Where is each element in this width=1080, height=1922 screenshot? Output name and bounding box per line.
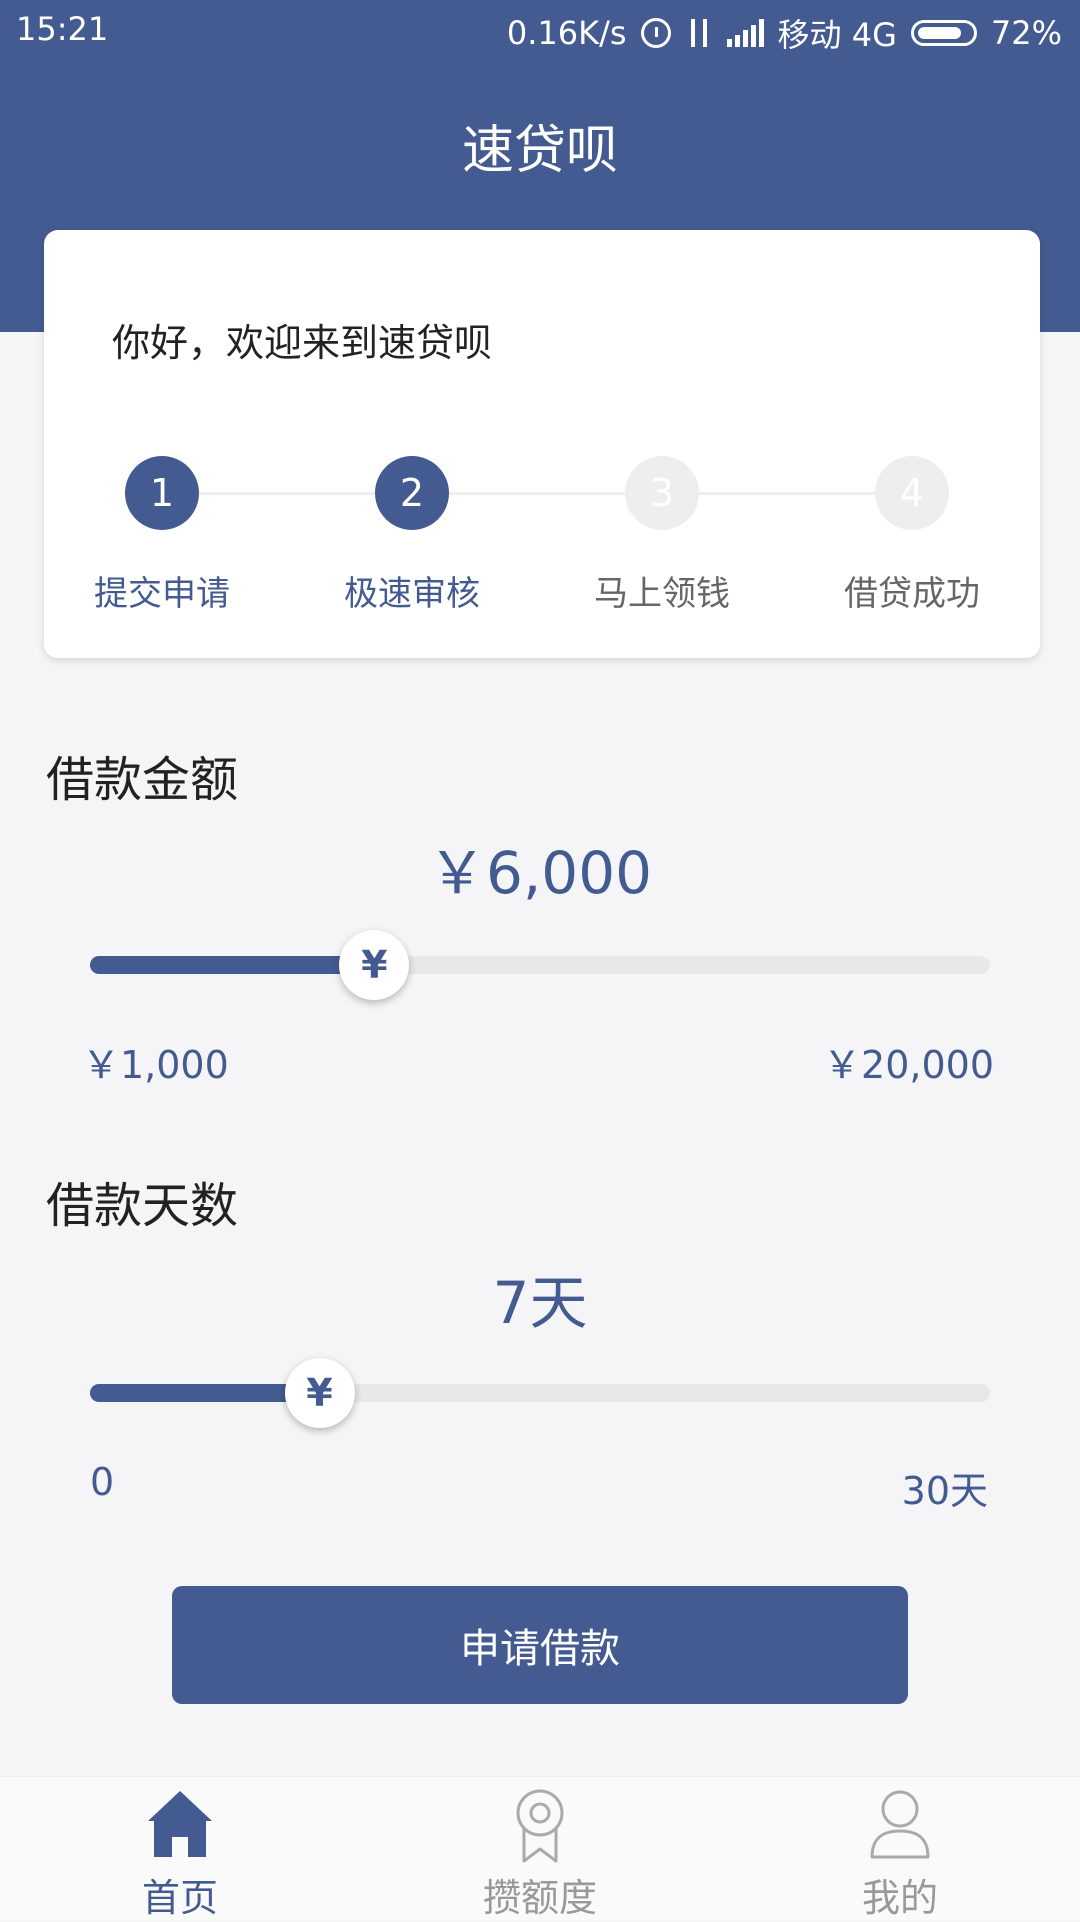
- step-3: 3 马上领钱: [572, 442, 752, 615]
- status-time: 15:21: [16, 10, 109, 48]
- loan-amount-slider[interactable]: ¥: [90, 930, 990, 1000]
- nav-item-profile[interactable]: 我的: [720, 1777, 1080, 1921]
- slider-fill: [90, 956, 375, 974]
- step-4: 4 借贷成功: [822, 442, 1002, 615]
- loan-days-min: 0: [90, 1460, 115, 1504]
- bottom-nav: 首页 攒额度 我的: [0, 1776, 1080, 1920]
- step-label: 提交申请: [94, 574, 230, 614]
- signal-icon: [726, 19, 764, 47]
- loan-amount-title: 借款金额: [46, 752, 239, 808]
- step-label: 借贷成功: [844, 574, 980, 614]
- loan-amount-max: ￥20,000: [823, 1043, 994, 1087]
- step-number-circle: 3: [625, 456, 699, 530]
- welcome-card: 你好，欢迎来到速贷呗 1 提交申请 2 极速审核 3 马上领钱 4 借贷成功: [44, 230, 1040, 658]
- loan-days-title: 借款天数: [46, 1178, 239, 1234]
- battery-icon: [910, 20, 977, 46]
- status-bar: 15:21 0.16K/s 移动 4G 72%: [0, 0, 1080, 64]
- nav-item-credit[interactable]: 攒额度: [360, 1777, 720, 1921]
- step-number-circle: 4: [875, 456, 949, 530]
- step-1: 1 提交申请: [72, 442, 252, 615]
- nav-label: 攒额度: [482, 1876, 597, 1920]
- loan-amount-value: ￥6,000: [427, 839, 653, 907]
- step-label: 马上领钱: [594, 574, 730, 614]
- progress-steps: 1 提交申请 2 极速审核 3 马上领钱 4 借贷成功: [44, 442, 1040, 614]
- loan-amount-min: ￥1,000: [82, 1043, 229, 1087]
- carrier-label: 移动 4G: [777, 16, 897, 54]
- user-icon: [860, 1785, 940, 1865]
- status-right: 0.16K/s 移动 4G 72%: [507, 10, 1062, 56]
- step-number-circle: 2: [375, 456, 449, 530]
- yen-icon: ¥: [361, 943, 388, 987]
- loan-days-value: 7天: [492, 1269, 588, 1337]
- data-transfer-icon: [685, 18, 713, 48]
- slider-thumb[interactable]: ¥: [284, 1358, 355, 1428]
- step-label: 极速审核: [344, 574, 480, 614]
- loan-days-slider[interactable]: ¥: [90, 1358, 990, 1428]
- nav-label: 首页: [141, 1876, 218, 1920]
- step-number-circle: 1: [125, 456, 199, 530]
- alarm-icon: [640, 18, 671, 48]
- network-speed: 0.16K/s: [506, 14, 627, 52]
- nav-label: 我的: [861, 1876, 938, 1920]
- step-2: 2 极速审核: [322, 442, 502, 615]
- home-icon: [140, 1785, 220, 1865]
- yen-icon: ¥: [306, 1371, 333, 1415]
- step-connector-line: [164, 492, 910, 495]
- badge-icon: [500, 1785, 580, 1865]
- battery-percent: 72%: [990, 14, 1062, 52]
- nav-item-home[interactable]: 首页: [0, 1777, 360, 1921]
- slider-thumb[interactable]: ¥: [339, 930, 410, 1000]
- apply-loan-button[interactable]: 申请借款: [172, 1586, 908, 1704]
- loan-days-max: 30天: [901, 1469, 988, 1513]
- welcome-text: 你好，欢迎来到速贷呗: [112, 321, 493, 365]
- app-title: 速贷呗: [461, 121, 618, 181]
